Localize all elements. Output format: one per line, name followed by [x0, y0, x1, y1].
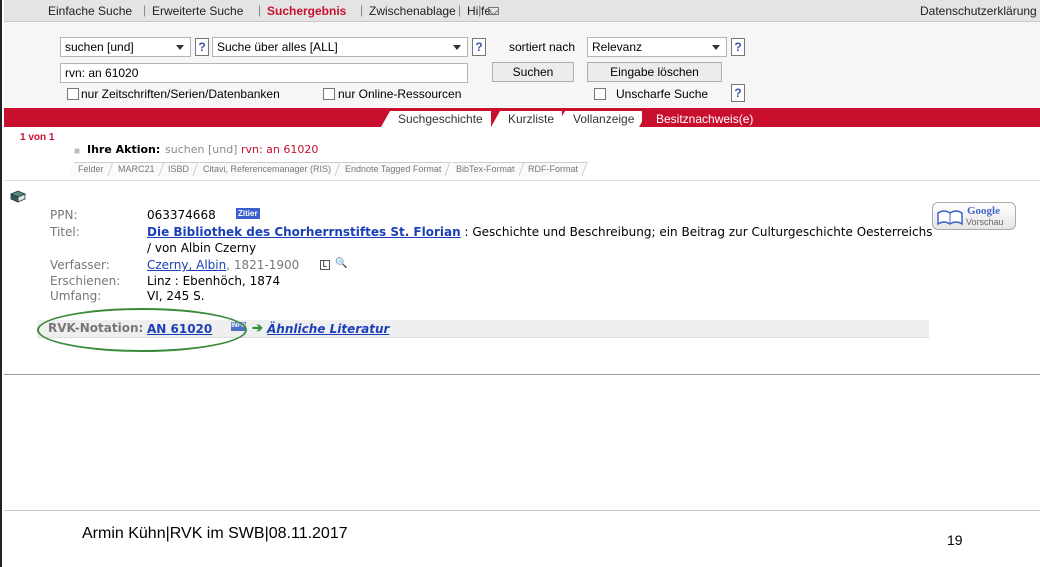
- fuzzy-checkbox-label: Unscharfe Suche: [616, 87, 709, 101]
- author-dates: , 1821-1900: [226, 258, 300, 272]
- nav-clipboard[interactable]: Zwischenablage: [369, 4, 456, 18]
- extent-value: VI, 245 S.: [147, 289, 205, 303]
- footer-rule: [4, 510, 1040, 511]
- sort-select-value: Relevanz: [592, 40, 643, 54]
- nav-separator: |: [458, 3, 462, 17]
- hit-count: 1 von 1: [20, 132, 55, 143]
- fuzzy-checkbox[interactable]: [594, 88, 606, 100]
- author-value: Czerny, Albin, 1821-1900: [147, 258, 299, 272]
- search-author-icon[interactable]: 🔍: [335, 259, 347, 270]
- chevron-down-icon: [453, 45, 461, 50]
- bullet-icon: ■: [74, 146, 81, 157]
- title-responsibility: / von Albin Czerny: [147, 241, 257, 255]
- authority-icon[interactable]: L: [320, 260, 330, 270]
- help-icon[interactable]: ?: [195, 38, 209, 56]
- format-tab-ris[interactable]: Citavi, Referencemanager (RIS): [194, 162, 341, 176]
- online-checkbox-label: nur Online-Ressourcen: [338, 87, 462, 101]
- page-number: 19: [947, 532, 963, 548]
- highlight-oval: [37, 308, 247, 352]
- clear-button[interactable]: Eingabe löschen: [587, 62, 722, 82]
- sort-label: sortiert nach: [509, 40, 576, 54]
- divider: [4, 180, 1040, 181]
- arrow-right-icon: ➔: [252, 320, 263, 335]
- nav-advanced-search[interactable]: Erweiterte Suche: [152, 4, 243, 18]
- chevron-down-icon: [176, 45, 184, 50]
- field-select-value: Suche über alles [ALL]: [217, 40, 338, 54]
- content-bottom-rule: [4, 374, 1040, 375]
- search-input[interactable]: rvn: an 61020: [60, 63, 468, 83]
- field-select[interactable]: Suche über alles [ALL]: [212, 37, 468, 57]
- tab-short-list[interactable]: Kurzliste: [490, 111, 563, 127]
- action-label: Ihre Aktion:: [87, 143, 161, 156]
- format-tab-rdf[interactable]: RDF-Format: [519, 162, 588, 176]
- open-book-icon: [937, 210, 963, 226]
- extent-label: Umfang:: [50, 289, 102, 303]
- journals-checkbox-label: nur Zeitschriften/Serien/Datenbanken: [81, 87, 280, 101]
- chevron-down-icon: [712, 45, 720, 50]
- format-tab-fields[interactable]: Felder: [69, 162, 114, 176]
- help-icon[interactable]: ?: [731, 84, 745, 102]
- format-tabs: Felder MARC21 ISBD Citavi, Referencemana…: [69, 162, 588, 176]
- cite-button[interactable]: Zitier: [236, 208, 260, 219]
- preview-label: Vorschau: [966, 217, 1004, 227]
- author-label: Verfasser:: [50, 258, 110, 272]
- google-preview-button[interactable]: Google Vorschau: [932, 202, 1016, 230]
- nav-separator: |: [360, 3, 364, 17]
- tab-holdings[interactable]: Besitznachweis(e): [638, 111, 762, 127]
- top-navigation: Einfache Suche | Erweiterte Suche | Such…: [4, 0, 1040, 22]
- sort-select[interactable]: Relevanz: [587, 37, 727, 57]
- google-label: Google: [967, 205, 1000, 217]
- journals-checkbox[interactable]: [67, 88, 79, 100]
- format-tab-bibtex[interactable]: BibTex-Format: [446, 162, 524, 176]
- title-label: Titel:: [50, 225, 80, 239]
- nav-privacy[interactable]: Datenschutzerklärung: [920, 4, 1037, 18]
- ppn-value: 063374668: [147, 208, 216, 222]
- footer-text: Armin Kühn|RVK im SWB|08.11.2017: [82, 525, 348, 542]
- title-subtitle: : Geschichte und Beschreibung; ein Beitr…: [460, 225, 933, 239]
- nav-separator: |: [143, 3, 147, 17]
- published-label: Erschienen:: [50, 274, 121, 288]
- search-button[interactable]: Suchen: [492, 62, 574, 82]
- nav-separator: |: [258, 3, 262, 17]
- format-tab-endnote[interactable]: Endnote Tagged Format: [336, 162, 452, 176]
- help-icon[interactable]: ?: [472, 38, 486, 56]
- similar-literature-link[interactable]: Ähnliche Literatur: [267, 322, 389, 336]
- online-checkbox[interactable]: [323, 88, 335, 100]
- format-tab-isbd[interactable]: ISBD: [159, 162, 199, 176]
- published-value: Linz : Ebenhöch, 1874: [147, 274, 281, 288]
- operator-select[interactable]: suchen [und]: [60, 37, 191, 57]
- nav-separator: |: [478, 3, 482, 17]
- nav-simple-search[interactable]: Einfache Suche: [48, 4, 132, 18]
- action-query: rvn: an 61020: [240, 143, 319, 156]
- title-value: Die Bibliothek des Chorherrnstiftes St. …: [147, 225, 932, 239]
- help-icon[interactable]: ?: [731, 38, 745, 56]
- action-operator: suchen [und]: [165, 143, 238, 156]
- format-tab-marc21[interactable]: MARC21: [108, 162, 164, 176]
- slide: Einfache Suche | Erweiterte Suche | Such…: [0, 0, 1040, 567]
- book-icon: [10, 190, 26, 203]
- tab-full-view[interactable]: Vollanzeige: [555, 111, 643, 127]
- mail-icon[interactable]: [488, 7, 499, 15]
- action-value: suchen [und] rvn: an 61020: [165, 143, 318, 156]
- author-link[interactable]: Czerny, Albin: [147, 258, 226, 272]
- ppn-label: PPN:: [50, 208, 78, 222]
- tab-search-history[interactable]: Suchgeschichte: [381, 111, 491, 127]
- nav-search-result[interactable]: Suchergebnis: [267, 4, 346, 18]
- operator-select-value: suchen [und]: [65, 40, 134, 54]
- title-link[interactable]: Die Bibliothek des Chorherrnstiftes St. …: [147, 225, 461, 239]
